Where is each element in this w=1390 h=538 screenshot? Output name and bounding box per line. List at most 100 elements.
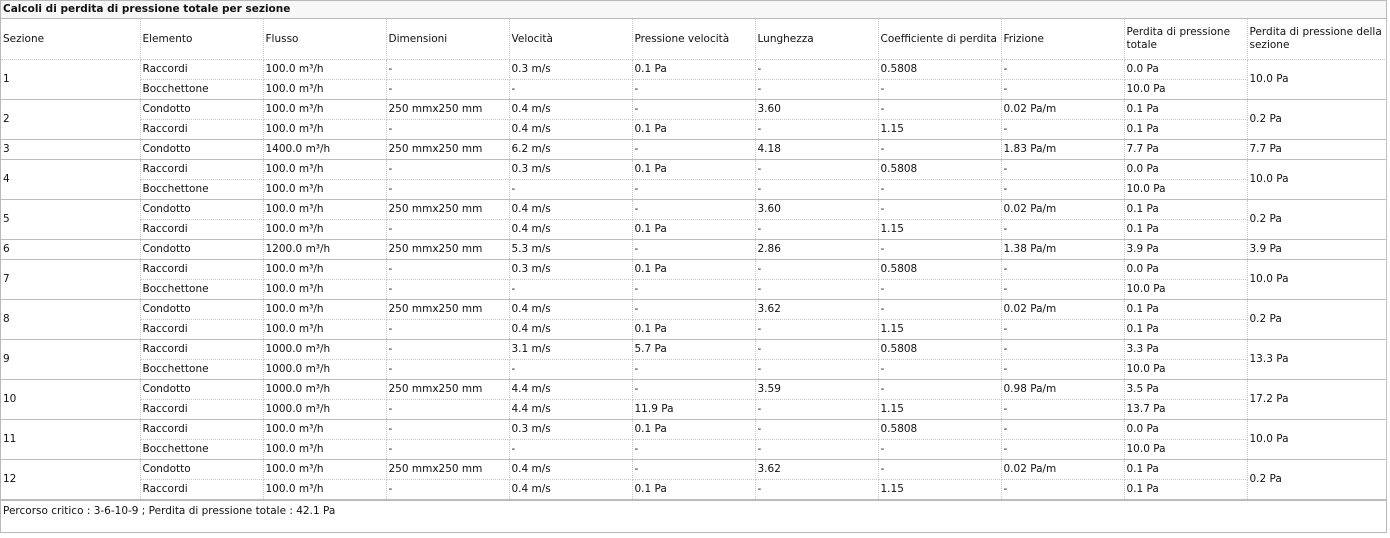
table-cell: 10.0 Pa bbox=[1124, 279, 1248, 300]
table-cell: Raccordi bbox=[140, 479, 264, 500]
section-total-cell: 10.0 Pa bbox=[1247, 419, 1387, 460]
table-cell: 0.5808 bbox=[878, 419, 1002, 440]
table-cell: Raccordi bbox=[140, 399, 264, 420]
table-cell: Raccordi bbox=[140, 339, 264, 360]
table-cell: - bbox=[878, 279, 1002, 300]
section-id-cell: 11 bbox=[1, 419, 141, 460]
table-cell: Condotto bbox=[140, 379, 264, 400]
section-total-cell: 0.2 Pa bbox=[1247, 99, 1387, 140]
table-row: 2 Condotto 100.0 m³/h 250 mmx250 mm 0.4 m/s -… bbox=[1, 99, 1387, 140]
table-cell: 0.1 Pa bbox=[1124, 199, 1248, 220]
table-cell: 100.0 m³/h bbox=[263, 119, 387, 140]
section-id-cell: 10 bbox=[1, 379, 141, 420]
table-row: Bocchettone 100.0 m³/h - - - - - -10.0 Pa bbox=[1, 439, 1386, 460]
section-id-cell: 1 bbox=[1, 59, 141, 100]
table-cell: 5.7 Pa bbox=[632, 339, 756, 360]
table-cell: 0.5808 bbox=[878, 339, 1002, 360]
table-cell: - bbox=[632, 239, 756, 260]
table-cell: 0.3 m/s bbox=[509, 59, 633, 80]
table-cell: - bbox=[878, 439, 1002, 460]
table-cell: - bbox=[755, 259, 879, 280]
table-row: Raccordi 100.0 m³/h -0.4 m/s 0.1 Pa -1.15-0.… bbox=[1, 119, 1386, 140]
table-cell: - bbox=[1001, 79, 1125, 100]
table-cell: Condotto bbox=[140, 299, 264, 320]
table-cell: - bbox=[632, 359, 756, 380]
table-cell: - bbox=[632, 179, 756, 200]
table-cell: - bbox=[1001, 59, 1125, 80]
table-cell: - bbox=[632, 79, 756, 100]
table-cell: 1.15 bbox=[878, 479, 1002, 500]
table-cell: 3.59 bbox=[755, 379, 879, 400]
section-total-cell: 7.7 Pa bbox=[1247, 139, 1387, 160]
table-cell: 0.02 Pa/m bbox=[1001, 199, 1125, 220]
table-cell: - bbox=[509, 439, 633, 460]
table-cell: 0.1 Pa bbox=[632, 419, 756, 440]
table-cell: 4.4 m/s bbox=[509, 399, 633, 420]
table-cell: 0.1 Pa bbox=[632, 479, 756, 500]
section-total-cell: 10.0 Pa bbox=[1247, 159, 1387, 200]
report-title: Calcoli di perdita di pressione totale p… bbox=[1, 1, 1386, 19]
column-header: Dimensioni bbox=[386, 19, 510, 60]
table-cell: 0.3 m/s bbox=[509, 259, 633, 280]
table-cell: 0.4 m/s bbox=[509, 119, 633, 140]
table-cell: - bbox=[632, 439, 756, 460]
table-cell: - bbox=[1001, 119, 1125, 140]
table-cell: 1.15 bbox=[878, 219, 1002, 240]
column-header: Elemento bbox=[140, 19, 264, 60]
table-cell: 1000.0 m³/h bbox=[263, 359, 387, 380]
table-cell: 0.1 Pa bbox=[1124, 219, 1248, 240]
report-panel: Calcoli di perdita di pressione totale p… bbox=[0, 0, 1387, 533]
table-cell: 3.1 m/s bbox=[509, 339, 633, 360]
table-cell: 10.0 Pa bbox=[1124, 179, 1248, 200]
table-row: 6 Condotto 1200.0 m³/h 250 mmx250 mm 5.3 m/s… bbox=[1, 239, 1387, 260]
table-row: Bocchettone 100.0 m³/h - - - - - -10.0 Pa bbox=[1, 179, 1386, 200]
table-row: 11 Raccordi 100.0 m³/h -0.3 m/s 0.1 Pa -0.580… bbox=[1, 419, 1387, 460]
section-total-cell: 10.0 Pa bbox=[1247, 59, 1387, 100]
table-cell: 4.4 m/s bbox=[509, 379, 633, 400]
table-cell: 0.1 Pa bbox=[1124, 319, 1248, 340]
column-header: Sezione bbox=[1, 19, 141, 60]
table-cell: 0.3 m/s bbox=[509, 159, 633, 180]
table-cell: 10.0 Pa bbox=[1124, 359, 1248, 380]
table-cell: 1.83 Pa/m bbox=[1001, 139, 1125, 160]
table-cell: 0.4 m/s bbox=[509, 99, 633, 120]
section-id-cell: 2 bbox=[1, 99, 141, 140]
table-cell: - bbox=[755, 79, 879, 100]
table-cell: 100.0 m³/h bbox=[263, 299, 387, 320]
column-header: Perdita di pressione totale bbox=[1124, 19, 1248, 60]
table-cell: - bbox=[755, 479, 879, 500]
table-cell: Bocchettone bbox=[140, 359, 264, 380]
table-cell: - bbox=[878, 179, 1002, 200]
column-header: Frizione bbox=[1001, 19, 1125, 60]
table-row: 12 Condotto 100.0 m³/h 250 mmx250 mm 0.4 m/s… bbox=[1, 459, 1387, 500]
table-cell: - bbox=[878, 139, 1002, 160]
table-row: Raccordi 100.0 m³/h -0.4 m/s 0.1 Pa -1.15-0.… bbox=[1, 319, 1386, 340]
table-cell: 3.60 bbox=[755, 99, 879, 120]
table-cell: 100.0 m³/h bbox=[263, 159, 387, 180]
table-cell: - bbox=[755, 59, 879, 80]
section-total-cell: 13.3 Pa bbox=[1247, 339, 1387, 380]
table-cell: - bbox=[386, 179, 510, 200]
table-row: Raccordi 100.0 m³/h -0.4 m/s 0.1 Pa -1.15-0.… bbox=[1, 479, 1386, 500]
table-cell: 0.4 m/s bbox=[509, 219, 633, 240]
section-total-cell: 0.2 Pa bbox=[1247, 299, 1387, 340]
table-cell: 0.5808 bbox=[878, 259, 1002, 280]
column-header: Perdita di pressione della sezione bbox=[1247, 19, 1387, 60]
critical-path-summary: Percorso critico : 3-6-10-9 ; Perdita di… bbox=[1, 500, 1386, 521]
table-cell: - bbox=[386, 439, 510, 460]
table-cell: 1400.0 m³/h bbox=[263, 139, 387, 160]
table-cell: Raccordi bbox=[140, 259, 264, 280]
table-cell: 100.0 m³/h bbox=[263, 219, 387, 240]
section-id-cell: 3 bbox=[1, 139, 141, 160]
table-cell: Condotto bbox=[140, 199, 264, 220]
table-cell: - bbox=[878, 299, 1002, 320]
table-cell: Condotto bbox=[140, 459, 264, 480]
table-cell: 250 mmx250 mm bbox=[386, 299, 510, 320]
table-cell: - bbox=[632, 199, 756, 220]
table-cell: 0.1 Pa bbox=[632, 219, 756, 240]
table-cell: 4.18 bbox=[755, 139, 879, 160]
table-cell: 100.0 m³/h bbox=[263, 259, 387, 280]
table-cell: 250 mmx250 mm bbox=[386, 139, 510, 160]
table-cell: - bbox=[1001, 159, 1125, 180]
table-cell: 250 mmx250 mm bbox=[386, 239, 510, 260]
